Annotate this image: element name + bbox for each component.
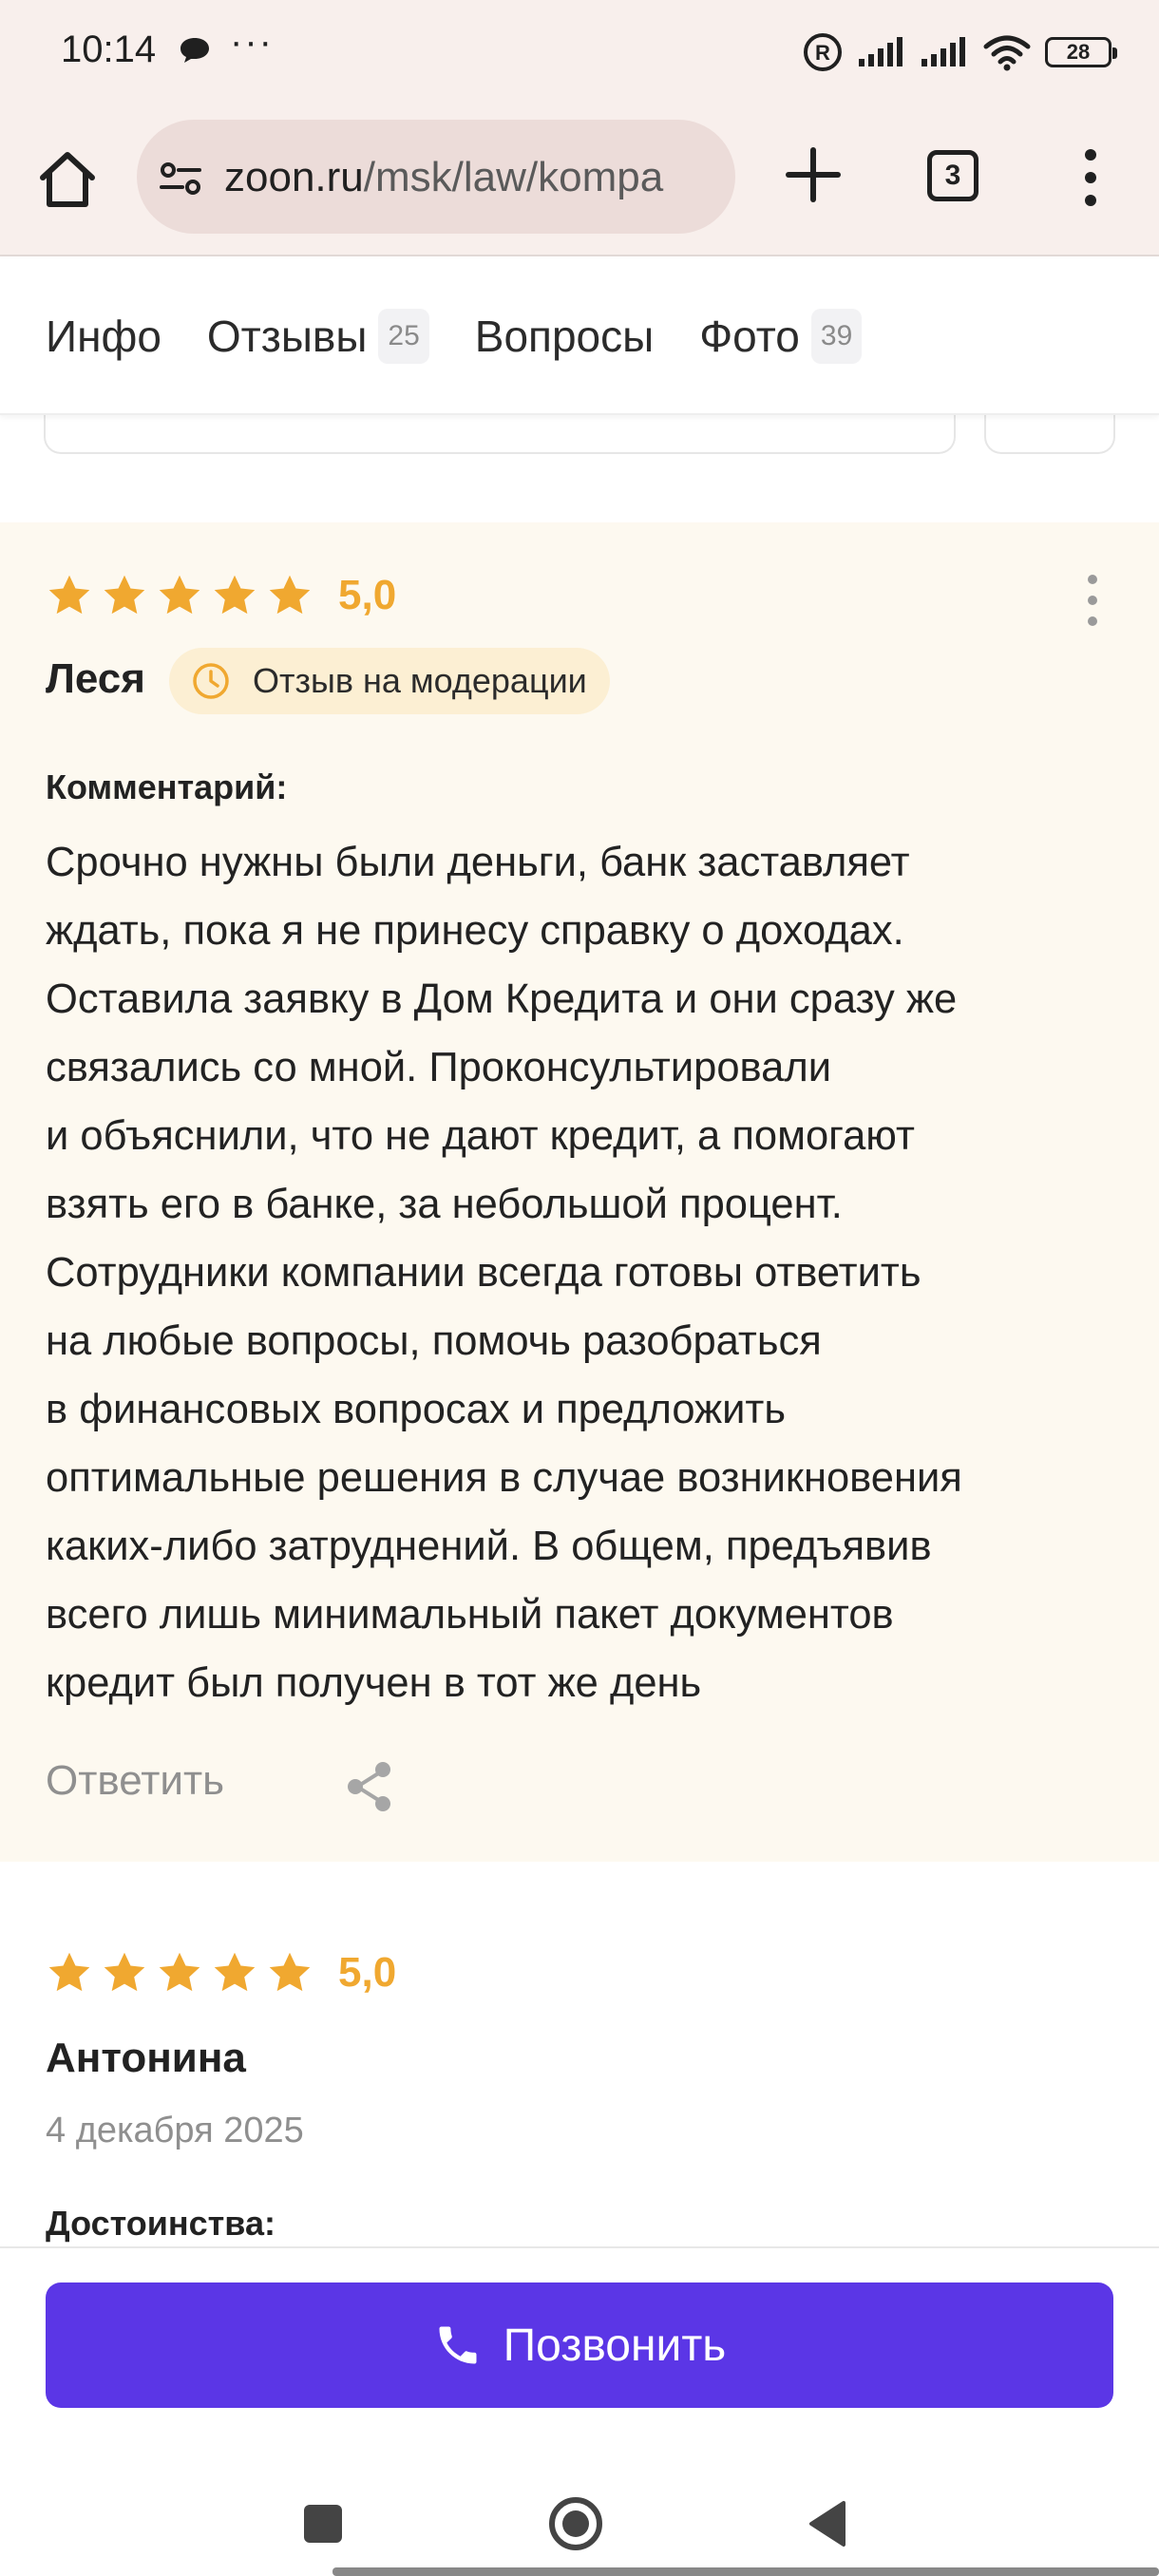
url-path: /msk/law/kompa: [363, 154, 664, 200]
advantages-label: Достоинства:: [46, 2204, 276, 2243]
tab-label: Фото: [699, 311, 800, 361]
call-button-label: Позвонить: [503, 2320, 727, 2371]
phone-icon: [439, 2326, 477, 2364]
review-author: Леся: [46, 655, 145, 702]
review-line: в финансовых вопросах и предложить: [46, 1387, 787, 1432]
status-icons: R 28: [802, 28, 1117, 76]
home-icon[interactable]: [34, 146, 101, 213]
review-line: каких-либо затруднений. В общем, предъяв…: [46, 1524, 932, 1569]
reply-button[interactable]: Ответить: [46, 1757, 224, 1805]
tab-info[interactable]: Инфо: [46, 311, 162, 362]
star-icon: [269, 1952, 311, 1992]
home-circle-icon[interactable]: [547, 2495, 604, 2552]
chat-bubble-icon: [180, 38, 209, 63]
review-menu-icon[interactable]: [1083, 572, 1102, 629]
review-card: 5,0 Леся Отзыв на модерации Комментарий:…: [0, 522, 1159, 1862]
review-line: оптимальные решения в случае возникновен…: [46, 1455, 962, 1501]
section-tabs: Инфо Отзывы 25 Вопросы Фото 39: [0, 258, 1159, 415]
tab-label: Отзывы: [206, 311, 368, 361]
status-bar: 10:14 ··· R 28: [0, 0, 1159, 104]
url-text: zoon.ru/msk/law/kompa: [224, 154, 663, 201]
star-icon: [48, 575, 90, 615]
clock-icon: [193, 663, 229, 699]
star-icon: [269, 575, 311, 615]
status-more-dots: ···: [230, 21, 274, 63]
star-icon: [214, 575, 256, 615]
tab-photos[interactable]: Фото 39: [699, 308, 863, 364]
review-card: 5,0 Антонина 4 декабря 2025 Достоинства:: [0, 1862, 1159, 2246]
new-tab-plus-icon[interactable]: [781, 142, 846, 207]
tab-questions[interactable]: Вопросы: [475, 311, 654, 362]
back-triangle-icon[interactable]: [806, 2499, 847, 2548]
battery-icon: 28: [1045, 37, 1117, 67]
review-line: Оставила заявку в Дом Кредита и они сраз…: [46, 976, 958, 1022]
url-host: zoon.ru: [224, 154, 364, 200]
signal-icon: [922, 37, 965, 66]
review-text: Срочно нужны были деньги, банк заставляе…: [46, 828, 1129, 1717]
review-line: Сотрудники компании всегда готовы ответи…: [46, 1250, 922, 1296]
tab-count-badge: 39: [810, 308, 863, 364]
moderation-badge-label: Отзыв на модерации: [253, 661, 587, 700]
tab-reviews[interactable]: Отзывы 25: [206, 308, 429, 364]
rating-value: 5,0: [338, 572, 397, 618]
review-author: Антонина: [46, 2035, 246, 2081]
address-bar[interactable]: zoon.ru/msk/law/kompa: [137, 120, 735, 234]
tab-count-badge: 25: [378, 308, 429, 364]
review-date: 4 декабря 2025: [46, 2111, 304, 2150]
review-line: ждать, пока я не принесу справку о доход…: [46, 908, 904, 954]
star-icon: [214, 1952, 256, 1992]
review-line: Срочно нужны были деньги, банк заставляе…: [46, 840, 910, 885]
tab-label: Инфо: [46, 311, 162, 361]
page-info-icon[interactable]: [160, 161, 201, 196]
registered-icon: R: [804, 33, 842, 71]
star-icon: [159, 575, 200, 615]
review-line: и объяснили, что не дают кредит, а помог…: [46, 1113, 915, 1159]
star-rating: 5,0: [46, 572, 396, 619]
gesture-bar: [332, 2567, 1159, 2576]
signal-icon: [859, 37, 902, 66]
comment-label: Комментарий:: [46, 767, 288, 806]
svg-text:R: R: [815, 41, 830, 65]
star-icon: [104, 1952, 145, 1992]
recents-square-icon[interactable]: [304, 2505, 342, 2543]
review-line: взять его в банке, за небольшой процент.: [46, 1182, 843, 1227]
more-vert-icon[interactable]: [1072, 144, 1110, 211]
star-icon: [104, 575, 145, 615]
tab-label: Вопросы: [474, 311, 655, 361]
review-line: кредит был получен в тот же день: [46, 1660, 702, 1706]
rating-value: 5,0: [338, 1949, 397, 1996]
status-time: 10:14: [61, 28, 157, 70]
review-line: связались со мной. Проконсультировали: [46, 1045, 832, 1090]
system-nav-bar: [0, 2455, 1159, 2576]
browser-toolbar: zoon.ru/msk/law/kompa 3: [0, 104, 1159, 256]
star-icon: [159, 1952, 200, 1992]
review-line: на любые вопросы, помочь разобраться: [46, 1318, 822, 1364]
star-icon: [48, 1952, 90, 1992]
share-icon[interactable]: [340, 1757, 399, 1816]
call-button[interactable]: Позвонить: [46, 2282, 1113, 2408]
star-rating: 5,0: [46, 1949, 396, 1997]
tab-switcher-button[interactable]: 3: [927, 150, 978, 201]
moderation-badge: Отзыв на модерации: [169, 648, 610, 714]
review-line: всего лишь минимальный пакет документов: [46, 1592, 894, 1638]
call-bar: Позвонить: [0, 2246, 1159, 2455]
wifi-icon: [983, 35, 1031, 71]
